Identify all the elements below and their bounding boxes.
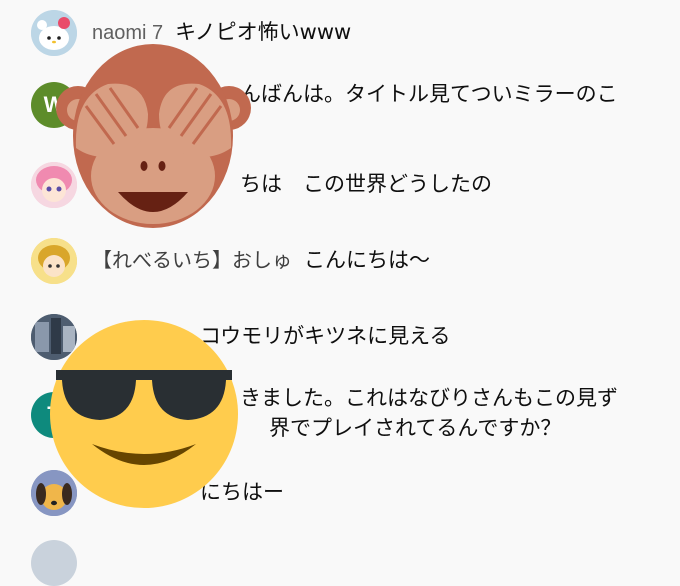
avatar[interactable] — [31, 540, 77, 586]
avatar[interactable] — [31, 238, 77, 284]
message-text-continued: 界でプレイされてるんですか？ — [269, 416, 562, 440]
author-name[interactable]: 【れべるいち】おしゅ — [92, 248, 292, 272]
character-avatar-icon — [31, 238, 77, 284]
sunglasses-face-icon — [48, 318, 240, 510]
message-text: きました。これはなびりさんもこの見ず — [240, 386, 618, 410]
see-no-evil-monkey-icon — [56, 36, 251, 231]
message-text: ちは この世界どうしたの — [240, 172, 492, 196]
chat-message: 【れべるいち】おしゅ こんにちは〜 — [0, 236, 680, 286]
message-text: こんにちは〜 — [304, 248, 430, 272]
message-text: んばんは。タイトル見てついミラーのこ — [240, 82, 618, 106]
